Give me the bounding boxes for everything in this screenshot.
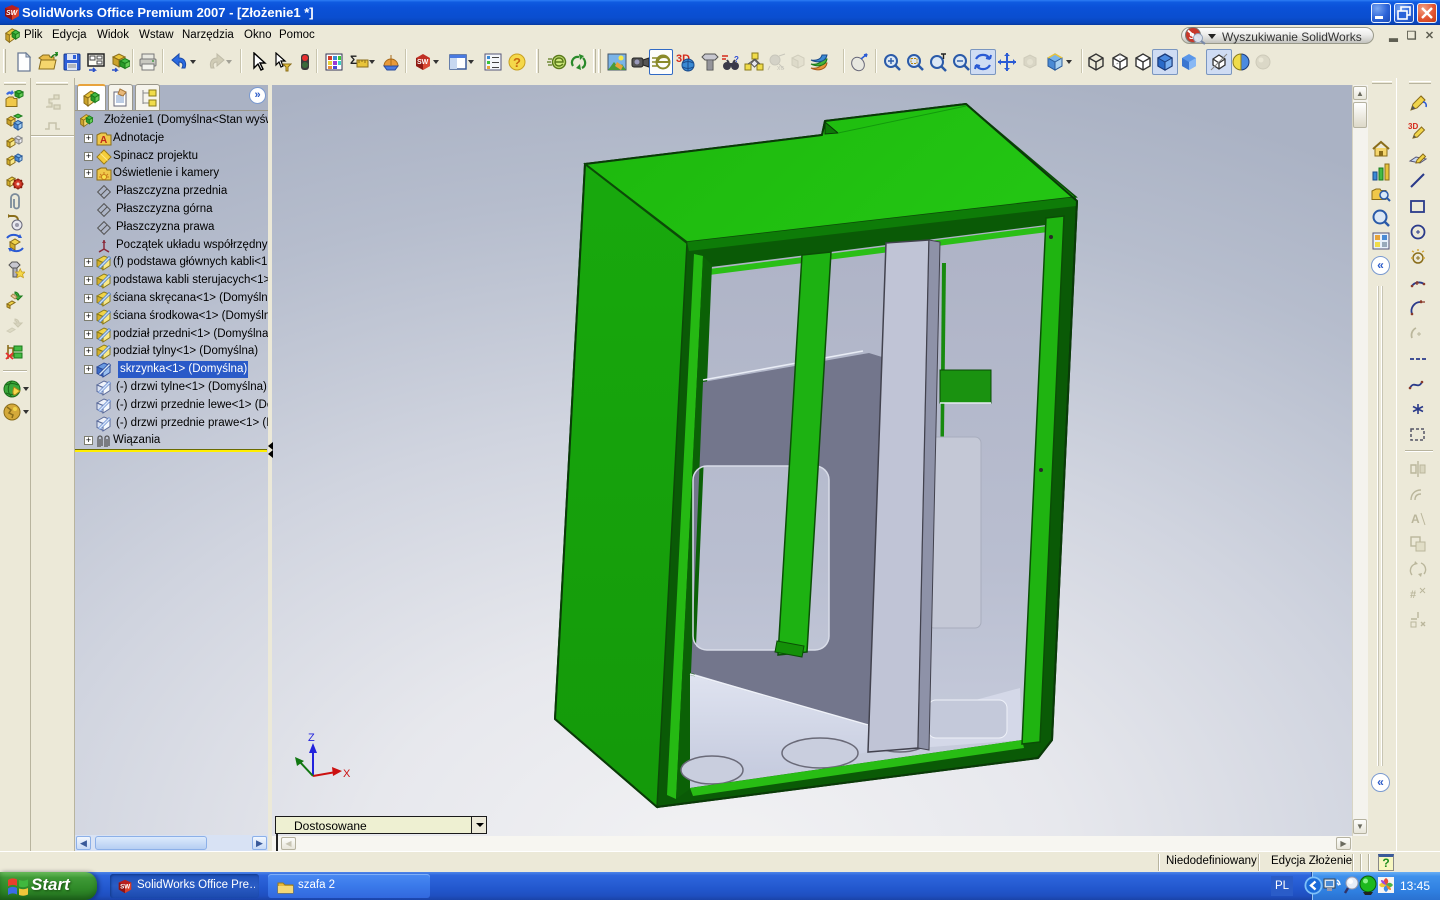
svg-text:?: ? [513,55,521,70]
svg-text:X: X [343,768,351,780]
svg-text:SW: SW [120,884,130,891]
svg-text:?: ? [734,55,739,64]
svg-text:3D: 3D [1408,122,1418,131]
svg-text:A: A [100,135,107,146]
svg-text:xc: xc [777,65,785,72]
svg-text:SW: SW [6,10,19,17]
svg-text:A: A [1411,512,1420,526]
svg-text:Z: Z [308,732,315,744]
svg-text:Σ: Σ [350,53,357,67]
svg-text:SW: SW [417,59,429,66]
svg-text:#: # [1410,589,1416,601]
